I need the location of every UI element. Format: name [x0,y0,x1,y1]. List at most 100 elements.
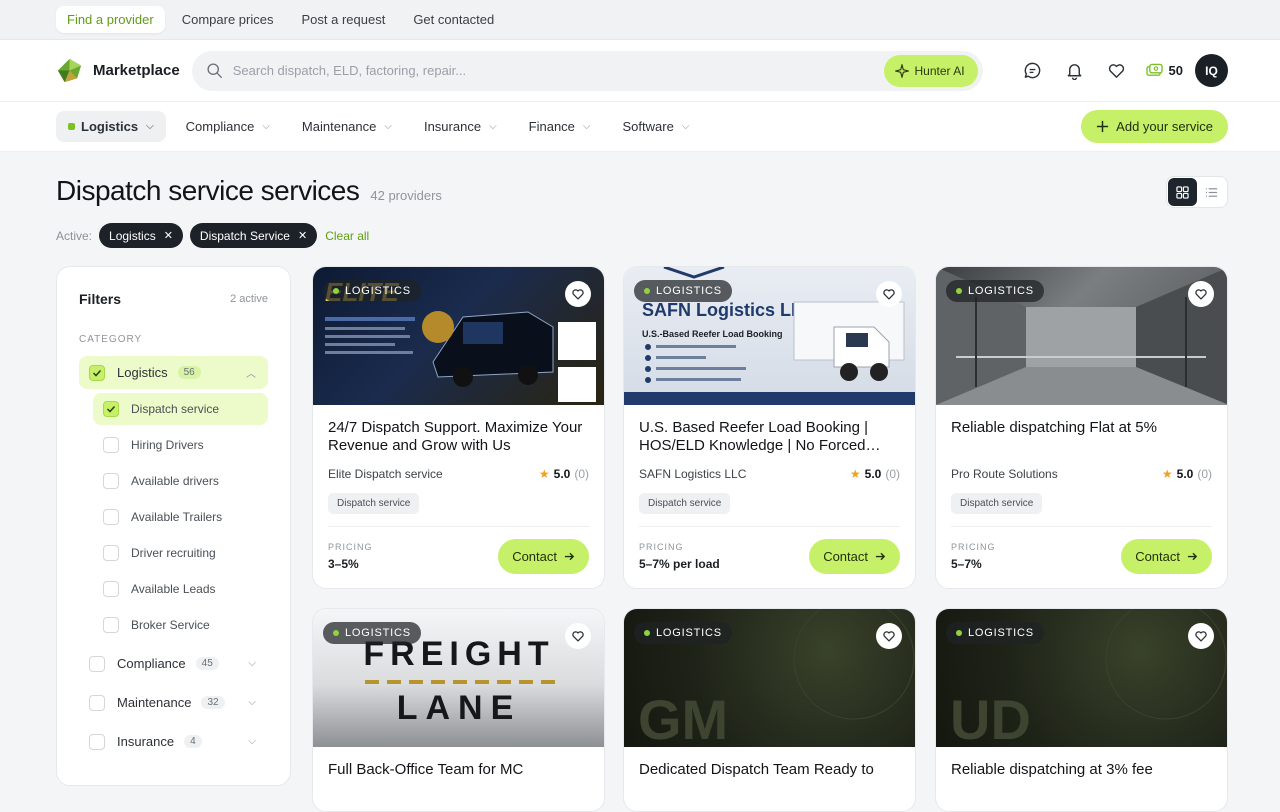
nav-logistics-label: Logistics [81,119,139,134]
filter-category-compliance[interactable]: Compliance 45 ⌵ [79,647,268,680]
provider-name[interactable]: SAFN Logistics LLC [639,467,746,481]
filter-sub-available-trailers[interactable]: Available Trailers [93,501,268,533]
filter-sub-driver-recruiting[interactable]: Driver recruiting [93,537,268,569]
filter-sub-hiring-drivers[interactable]: Hiring Drivers [93,429,268,461]
chip-logistics[interactable]: Logistics ✕ [99,223,183,248]
filter-label: Maintenance [117,695,192,710]
contact-button[interactable]: Contact [1121,539,1212,574]
tab-get-contacted[interactable]: Get contacted [402,6,505,33]
favorite-button[interactable] [876,281,902,307]
nav-logistics[interactable]: Logistics ⌵ [56,111,166,142]
list-view-button[interactable] [1197,178,1226,206]
add-service-button[interactable]: Add your service [1081,110,1228,143]
favorite-button[interactable] [1188,281,1214,307]
user-avatar[interactable]: IQ [1195,54,1228,87]
ad-headline: SAFN Logistics LLC [642,300,815,320]
provider-card[interactable]: ELITE LOGISTICS 24/7 Dispatch Support. M… [312,266,605,589]
checkbox-checked[interactable] [103,401,119,417]
chevron-down-icon[interactable]: ⌵ [248,736,256,747]
checkbox[interactable] [89,733,105,750]
contact-button[interactable]: Contact [498,539,589,574]
star-icon: ★ [849,467,861,481]
card-title[interactable]: U.S. Based Reefer Load Booking | HOS/ELD… [639,419,900,455]
contact-label: Contact [823,549,868,564]
favorite-button[interactable] [876,623,902,649]
card-title[interactable]: Reliable dispatching at 3% fee [951,761,1212,797]
provider-card[interactable]: GM LOGISTICS Dedicated Dispatch Team Rea… [623,608,916,812]
favorite-button[interactable] [1188,623,1214,649]
checkbox[interactable] [103,437,119,453]
hunter-ai-button[interactable]: Hunter AI [883,54,978,87]
filter-sub-available-drivers[interactable]: Available drivers [93,465,268,497]
chevron-down-icon[interactable]: ⌵ [248,658,256,669]
credits-balance[interactable]: 50 [1145,63,1183,78]
checkbox[interactable] [89,694,105,711]
card-meta: Pro Route Solutions ★ 5.0 (0) [951,467,1212,481]
checkbox[interactable] [103,617,119,633]
close-icon[interactable]: ✕ [164,229,173,242]
review-count: (0) [885,467,900,481]
chevron-down-icon[interactable]: ⌵ [248,697,256,708]
checkbox[interactable] [103,545,119,561]
provider-name[interactable]: Pro Route Solutions [951,467,1058,481]
favorite-button[interactable] [565,281,591,307]
badge-label: LOGISTICS [968,285,1034,297]
checkbox-checked[interactable] [89,364,105,381]
provider-card[interactable]: FREIGHT LANE LOGISTICS Full Back-Office … [312,608,605,812]
nav-compliance[interactable]: Compliance ⌵ [174,111,282,142]
card-title[interactable]: 24/7 Dispatch Support. Maximize Your Rev… [328,419,589,455]
badge-dot-icon [333,630,339,636]
checkbox[interactable] [89,655,105,672]
notifications-button[interactable] [1054,53,1096,89]
filter-category-insurance[interactable]: Insurance 4 ⌵ [79,725,268,758]
filter-sub-dispatch-service[interactable]: Dispatch service [93,393,268,425]
nav-software[interactable]: Software ⌵ [611,111,702,142]
filter-category-maintenance[interactable]: Maintenance 32 ⌵ [79,686,268,719]
filter-sub-broker-service[interactable]: Broker Service [93,609,268,641]
card-title[interactable]: Dedicated Dispatch Team Ready to [639,761,900,797]
grid-icon [1176,185,1189,199]
active-label: Active: [56,228,93,243]
nav-finance[interactable]: Finance ⌵ [517,111,603,142]
filter-label: Available Trailers [131,510,223,524]
close-icon[interactable]: ✕ [298,229,307,242]
provider-name[interactable]: Elite Dispatch service [328,467,443,481]
hunter-ai-label: Hunter AI [914,63,965,78]
nav-insurance-label: Insurance [423,119,482,134]
pricing: PRICING 5–7% [951,542,996,571]
tab-compare-prices[interactable]: Compare prices [171,6,285,33]
favorite-button[interactable] [565,623,591,649]
card-title[interactable]: Full Back-Office Team for MC [328,761,589,797]
checkbox[interactable] [103,473,119,489]
nav-insurance[interactable]: Insurance ⌵ [412,111,509,142]
page-heading: Dispatch service services 42 providers [56,175,442,207]
clear-all-link[interactable]: Clear all [325,229,369,243]
checkbox[interactable] [103,509,119,525]
search-input[interactable] [232,63,884,78]
card-title[interactable]: Reliable dispatching Flat at 5% [951,419,1212,455]
grid-view-button[interactable] [1168,178,1197,206]
badge-label: LOGISTICS [656,627,722,639]
favorites-button[interactable] [1096,53,1138,89]
chip-dispatch-service[interactable]: Dispatch Service ✕ [189,223,318,248]
tab-post-request[interactable]: Post a request [290,6,396,33]
provider-card[interactable]: LOGISTICS Reliable dispatching Flat at 5… [935,266,1228,589]
category-badge: LOGISTICS [634,280,732,302]
nav-maintenance[interactable]: Maintenance ⌵ [290,111,404,142]
checkbox[interactable] [103,581,119,597]
provider-card[interactable]: UD LOGISTICS Reliable dispatching at 3% … [935,608,1228,812]
chevron-down-icon: ⌵ [262,121,270,132]
arrow-right-icon [564,552,575,561]
filters-active-count: 2 active [230,293,268,305]
provider-card[interactable]: SAFN Logistics LLC U.S.-Based Reefer Loa… [623,266,916,589]
badge-dot-icon [956,288,962,294]
chevron-up-icon[interactable]: ︿ [246,365,256,380]
contact-button[interactable]: Contact [809,539,900,574]
filter-category-logistics[interactable]: Logistics 56 ︿ [79,356,268,389]
messages-button[interactable] [1012,53,1054,89]
brand-logo[interactable]: Marketplace [56,57,192,84]
card-body: Full Back-Office Team for MC [313,747,604,811]
filter-count: 32 [201,696,225,709]
tab-find-provider[interactable]: Find a provider [56,6,165,33]
filter-sub-available-leads[interactable]: Available Leads [93,573,268,605]
